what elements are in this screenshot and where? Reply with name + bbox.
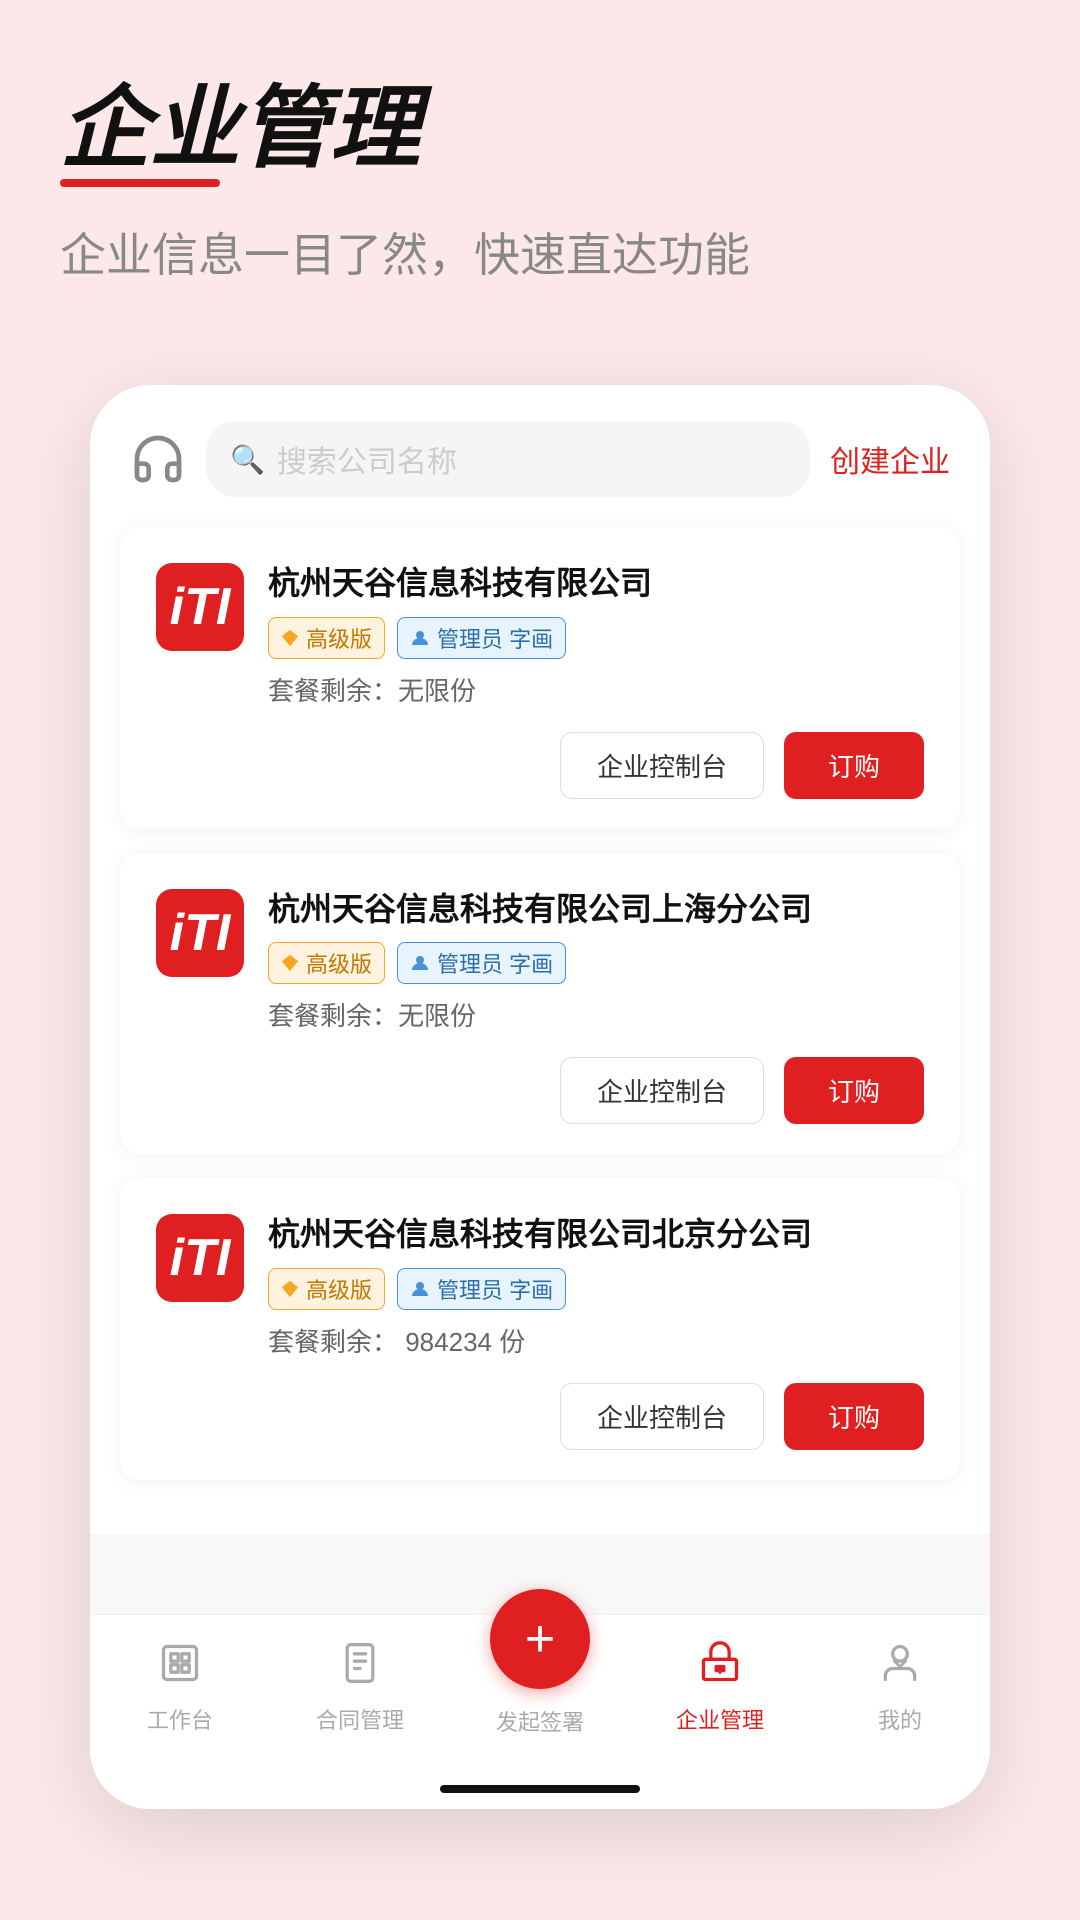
company-card-1: iTI 杭州天谷信息科技有限公司 高级版 管理员 字画 套餐 <box>120 527 960 829</box>
order-button-1[interactable]: 订购 <box>784 732 924 799</box>
profile-icon <box>878 1641 922 1695</box>
enterprise-icon <box>698 1641 742 1695</box>
nav-label-enterprise: 企业管理 <box>676 1703 764 1735</box>
company-card-3: iTI 杭州天谷信息科技有限公司北京分公司 高级版 管理员 字画 <box>120 1178 960 1480</box>
company-card-2: iTI 杭州天谷信息科技有限公司上海分公司 高级版 管理员 字画 <box>120 853 960 1155</box>
company-logo-1: iTI <box>156 563 244 651</box>
search-icon: 🔍 <box>230 443 265 476</box>
company-name-2: 杭州天谷信息科技有限公司上海分公司 <box>268 889 924 931</box>
tag-role-3: 管理员 字画 <box>397 1268 566 1310</box>
home-indicator <box>440 1785 640 1793</box>
nav-item-sign[interactable]: + 发起签署 <box>480 1639 600 1737</box>
logo-text-2: iTI <box>170 903 231 963</box>
fab-button[interactable]: + <box>490 1589 590 1689</box>
nav-item-profile[interactable]: 我的 <box>840 1641 960 1735</box>
tag-premium-1: 高级版 <box>268 617 385 659</box>
tag-role-2: 管理员 字画 <box>397 942 566 984</box>
nav-label-profile: 我的 <box>878 1703 922 1735</box>
tag-premium-2: 高级版 <box>268 942 385 984</box>
company-logo-3: iTI <box>156 1214 244 1302</box>
company-info-2: 杭州天谷信息科技有限公司上海分公司 高级版 管理员 字画 套餐剩余：无限份 <box>268 889 924 1034</box>
search-input[interactable]: 🔍 搜索公司名称 <box>206 421 810 497</box>
company-card-top-1: iTI 杭州天谷信息科技有限公司 高级版 管理员 字画 套餐 <box>156 563 924 708</box>
logo-text-3: iTI <box>170 1228 231 1288</box>
company-tags-1: 高级版 管理员 字画 <box>268 617 924 659</box>
company-quota-1: 套餐剩余：无限份 <box>268 671 924 708</box>
company-list: iTI 杭州天谷信息科技有限公司 高级版 管理员 字画 套餐 <box>90 517 990 1534</box>
search-bar-area: 🔍 搜索公司名称 创建企业 <box>90 385 990 517</box>
nav-label-workbench: 工作台 <box>147 1703 213 1735</box>
order-button-2[interactable]: 订购 <box>784 1057 924 1124</box>
tag-role-1: 管理员 字画 <box>397 617 566 659</box>
search-placeholder-text: 搜索公司名称 <box>277 437 457 481</box>
page-subtitle: 企业信息一目了然，快速直达功能 <box>60 219 1020 285</box>
logo-text-1: iTI <box>170 577 231 637</box>
nav-item-contract[interactable]: 合同管理 <box>300 1641 420 1735</box>
bottom-indicator-area <box>90 1773 990 1809</box>
company-info-1: 杭州天谷信息科技有限公司 高级版 管理员 字画 套餐剩余：无限份 <box>268 563 924 708</box>
company-actions-3: 企业控制台 订购 <box>156 1383 924 1450</box>
tag-premium-3: 高级版 <box>268 1268 385 1310</box>
order-button-3[interactable]: 订购 <box>784 1383 924 1450</box>
nav-item-workbench[interactable]: 工作台 <box>120 1641 240 1735</box>
workbench-icon <box>158 1641 202 1695</box>
company-card-top-3: iTI 杭州天谷信息科技有限公司北京分公司 高级版 管理员 字画 <box>156 1214 924 1359</box>
company-quota-2: 套餐剩余：无限份 <box>268 996 924 1033</box>
create-enterprise-button[interactable]: 创建企业 <box>830 437 950 481</box>
company-tags-2: 高级版 管理员 字画 <box>268 942 924 984</box>
fab-plus-icon: + <box>525 1613 555 1665</box>
phone-frame: 🔍 搜索公司名称 创建企业 iTI 杭州天谷信息科技有限公司 高级版 <box>90 385 990 1809</box>
company-quota-3: 套餐剩余： 984234 份 <box>268 1322 924 1359</box>
company-info-3: 杭州天谷信息科技有限公司北京分公司 高级版 管理员 字画 套餐剩余： 98423… <box>268 1214 924 1359</box>
page-header: 企业管理 企业信息一目了然，快速直达功能 <box>60 80 1020 285</box>
company-logo-2: iTI <box>156 889 244 977</box>
nav-label-contract: 合同管理 <box>316 1703 404 1735</box>
company-actions-2: 企业控制台 订购 <box>156 1057 924 1124</box>
company-card-top-2: iTI 杭州天谷信息科技有限公司上海分公司 高级版 管理员 字画 <box>156 889 924 1034</box>
control-button-2[interactable]: 企业控制台 <box>560 1057 764 1124</box>
company-actions-1: 企业控制台 订购 <box>156 732 924 799</box>
company-name-3: 杭州天谷信息科技有限公司北京分公司 <box>268 1214 924 1256</box>
page-title: 企业管理 <box>60 80 420 179</box>
contract-icon <box>338 1641 382 1695</box>
nav-item-enterprise[interactable]: 企业管理 <box>660 1641 780 1735</box>
control-button-3[interactable]: 企业控制台 <box>560 1383 764 1450</box>
nav-label-sign: 发起签署 <box>496 1705 584 1737</box>
company-name-1: 杭州天谷信息科技有限公司 <box>268 563 924 605</box>
control-button-1[interactable]: 企业控制台 <box>560 732 764 799</box>
headset-icon[interactable] <box>130 431 186 487</box>
company-tags-3: 高级版 管理员 字画 <box>268 1268 924 1310</box>
bottom-nav: 工作台 合同管理 + 发起签署 <box>90 1614 990 1773</box>
